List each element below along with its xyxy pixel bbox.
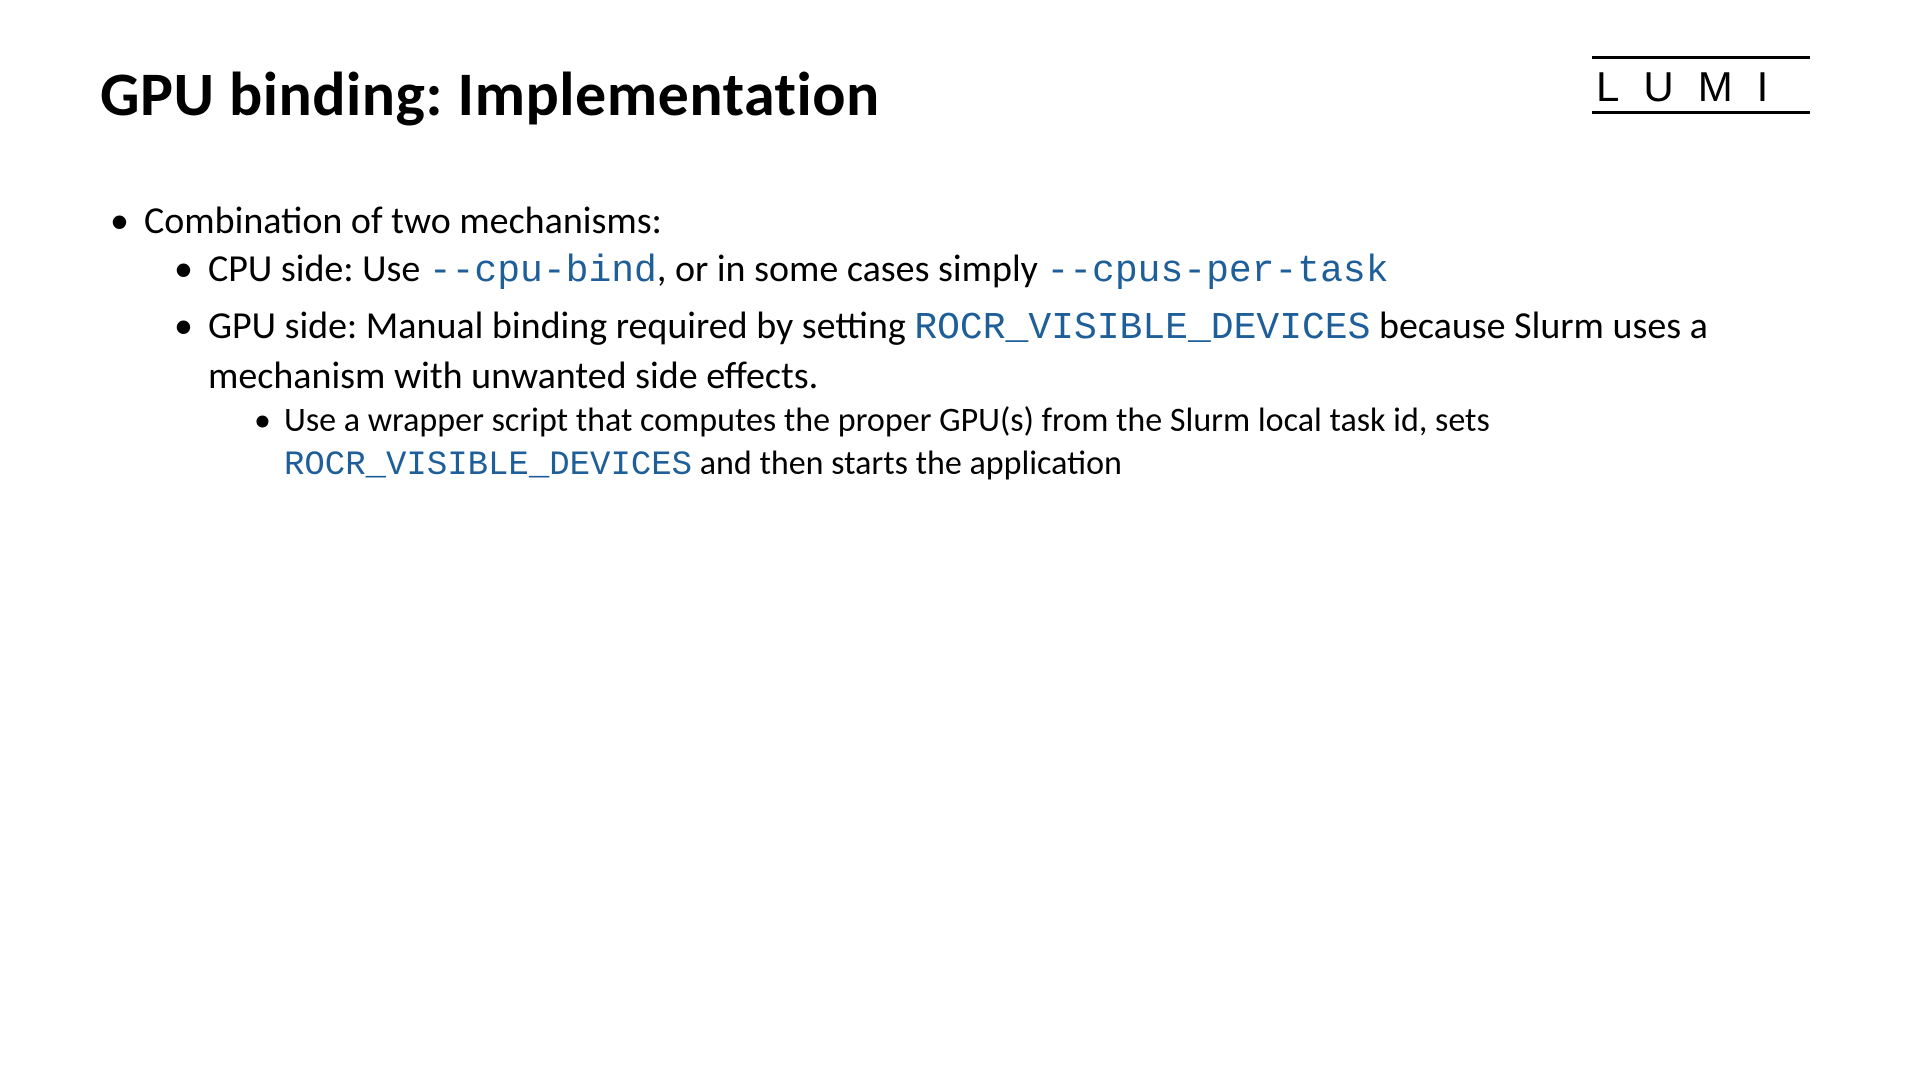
bullet-text: Combination of two mechanisms:: [144, 198, 662, 244]
logo-top-line: [1592, 56, 1810, 59]
bullet-list: Combination of two mechanisms: CPU side:…: [100, 198, 1820, 487]
code-text: --cpus-per-task: [1046, 250, 1388, 293]
slide: GPU binding: Implementation LUMI Combina…: [0, 0, 1920, 1080]
code-text: ROCR_VISIBLE_DEVICES: [284, 447, 692, 485]
bullet-level3: Use a wrapper script that computes the p…: [244, 400, 1820, 487]
lumi-logo: LUMI: [1592, 56, 1810, 114]
bullet-text: Use a wrapper script that computes the p…: [284, 400, 1490, 441]
bullet-level1: Combination of two mechanisms: CPU side:…: [100, 198, 1820, 487]
slide-title: GPU binding: Implementation: [100, 60, 880, 128]
bullet-list-level3: Use a wrapper script that computes the p…: [208, 400, 1820, 487]
bullet-text: and then starts the application: [692, 443, 1122, 484]
logo-text: LUMI: [1592, 63, 1810, 115]
code-text: ROCR_VISIBLE_DEVICES: [914, 307, 1370, 350]
code-text: --cpu-bind: [429, 250, 657, 293]
bullet-text: CPU side: Use: [208, 246, 429, 292]
bullet-level2: GPU side: Manual binding required by set…: [164, 303, 1820, 487]
slide-header: GPU binding: Implementation LUMI: [100, 60, 1820, 128]
bullet-text: , or in some cases simply: [657, 246, 1047, 292]
logo-bottom-line: [1592, 111, 1810, 114]
bullet-text: GPU side: Manual binding required by set…: [208, 303, 914, 349]
bullet-list-level2: CPU side: Use --cpu-bind, or in some cas…: [144, 246, 1820, 488]
bullet-level2: CPU side: Use --cpu-bind, or in some cas…: [164, 246, 1820, 296]
